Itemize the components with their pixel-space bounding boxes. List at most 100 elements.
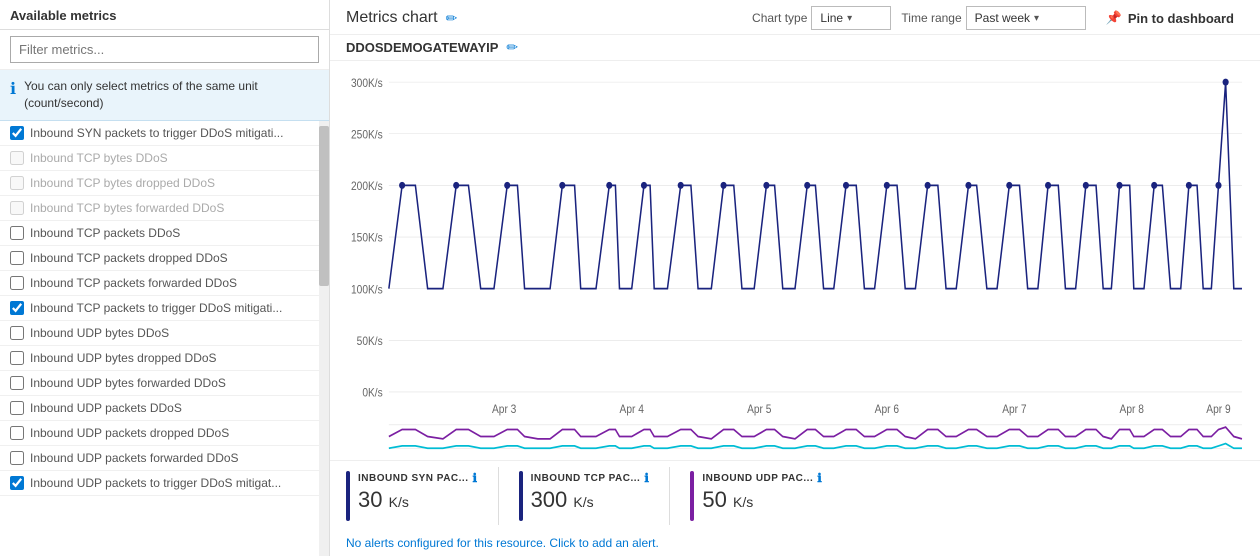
svg-text:250K/s: 250K/s [351,129,383,142]
svg-text:Apr 7: Apr 7 [1002,403,1026,416]
list-item[interactable]: Inbound TCP packets dropped DDoS [0,246,329,271]
metric-label: Inbound UDP bytes dropped DDoS [30,351,217,365]
time-range-select[interactable]: Past week ▾ [966,6,1086,30]
list-item[interactable]: Inbound UDP bytes forwarded DDoS [0,371,329,396]
chart-type-select[interactable]: Line ▾ [811,6,891,30]
metric-checkbox[interactable] [10,401,24,415]
legend-item: INBOUND TCP PAC... ℹ 300 K/s [519,467,671,525]
chart-title-edit-icon[interactable]: ✏ [446,10,458,27]
metric-label: Inbound TCP bytes DDoS [30,151,168,165]
list-item[interactable]: Inbound TCP bytes dropped DDoS [0,171,329,196]
legend-content: INBOUND SYN PAC... ℹ 30 K/s [358,471,478,513]
legend-unit: K/s [389,494,409,510]
list-item[interactable]: Inbound UDP bytes dropped DDoS [0,346,329,371]
metrics-chart-svg: 300K/s 250K/s 200K/s 150K/s 100K/s 50K/s… [346,61,1244,460]
scrollbar-thumb[interactable] [319,126,329,286]
time-range-label: Time range [901,11,961,25]
chart-title-wrap: Metrics chart ✏ [346,9,457,27]
legend-color-bar [690,471,694,521]
list-item[interactable]: Inbound UDP packets DDoS [0,396,329,421]
metric-checkbox[interactable] [10,351,24,365]
legend-value: 50 K/s [702,487,822,513]
pin-to-dashboard-button[interactable]: 📌 Pin to dashboard [1096,6,1244,30]
svg-text:50K/s: 50K/s [357,335,384,348]
metric-checkbox[interactable] [10,251,24,265]
list-item[interactable]: Inbound TCP packets DDoS [0,221,329,246]
legend-label: INBOUND UDP PAC... ℹ [702,471,822,485]
chart-controls: Chart type Line ▾ Time range Past week ▾… [752,6,1244,30]
legend-content: INBOUND TCP PAC... ℹ 300 K/s [531,471,650,513]
filter-input-wrap [0,30,329,70]
metric-checkbox[interactable] [10,201,24,215]
metric-label: Inbound UDP packets forwarded DDoS [30,451,239,465]
svg-text:0K/s: 0K/s [362,387,383,400]
chart-title: Metrics chart [346,9,438,27]
legend-number: 300 [531,487,568,512]
chart-type-value: Line [820,11,843,25]
list-item[interactable]: Inbound TCP packets to trigger DDoS miti… [0,296,329,321]
pin-icon: 📌 [1106,10,1122,26]
alert-link[interactable]: No alerts configured for this resource. … [346,536,659,550]
metric-label: Inbound UDP packets dropped DDoS [30,426,229,440]
list-item[interactable]: Inbound UDP packets to trigger DDoS miti… [0,471,329,496]
metric-label: Inbound UDP packets DDoS [30,401,182,415]
list-item[interactable]: Inbound TCP bytes forwarded DDoS [0,196,329,221]
legend-info-icon[interactable]: ℹ [644,471,649,485]
legend-unit: K/s [733,494,753,510]
svg-text:Apr 5: Apr 5 [747,403,771,416]
svg-text:200K/s: 200K/s [351,180,383,193]
list-item[interactable]: Inbound UDP packets dropped DDoS [0,421,329,446]
legend-number: 50 [702,487,726,512]
resource-edit-icon[interactable]: ✏ [506,39,518,56]
metric-label: Inbound UDP bytes forwarded DDoS [30,376,226,390]
svg-text:Apr 3: Apr 3 [492,403,516,416]
metric-checkbox[interactable] [10,301,24,315]
list-item[interactable]: Inbound SYN packets to trigger DDoS miti… [0,121,329,146]
metric-checkbox[interactable] [10,426,24,440]
list-item[interactable]: Inbound UDP packets forwarded DDoS [0,446,329,471]
time-range-group: Time range Past week ▾ [901,6,1085,30]
metric-label: Inbound TCP bytes dropped DDoS [30,176,215,190]
metric-checkbox[interactable] [10,176,24,190]
resource-name: DDOSDEMOGATEWAYIP [346,40,498,55]
svg-text:Apr 4: Apr 4 [620,403,644,416]
metric-checkbox[interactable] [10,276,24,290]
time-range-value: Past week [975,11,1030,25]
legend-info-icon[interactable]: ℹ [817,471,822,485]
metric-checkbox[interactable] [10,126,24,140]
metric-checkbox[interactable] [10,226,24,240]
legend-label: INBOUND TCP PAC... ℹ [531,471,650,485]
chart-header: Metrics chart ✏ Chart type Line ▾ Time r… [330,0,1260,35]
legend-label-text: INBOUND UDP PAC... [702,473,813,484]
legend-value: 300 K/s [531,487,650,513]
scrollbar-track[interactable] [319,121,329,556]
metric-checkbox[interactable] [10,151,24,165]
left-panel: Available metrics ℹ You can only select … [0,0,330,556]
svg-text:Apr 8: Apr 8 [1120,403,1144,416]
chart-type-label: Chart type [752,11,807,25]
legend-unit: K/s [573,494,593,510]
time-range-chevron-icon: ▾ [1034,13,1039,24]
legend-value: 30 K/s [358,487,478,513]
metric-checkbox[interactable] [10,451,24,465]
legend-label-text: INBOUND SYN PAC... [358,473,469,484]
svg-text:Apr 9: Apr 9 [1206,403,1230,416]
legend-label-text: INBOUND TCP PAC... [531,473,641,484]
pin-label: Pin to dashboard [1128,11,1234,26]
legend-content: INBOUND UDP PAC... ℹ 50 K/s [702,471,822,513]
legend-info-icon[interactable]: ℹ [473,471,478,485]
filter-metrics-input[interactable] [10,36,319,63]
metric-label: Inbound TCP packets to trigger DDoS miti… [30,301,282,315]
legend-row: INBOUND SYN PAC... ℹ 30 K/s INBOUND TCP … [330,460,1260,531]
list-item[interactable]: Inbound TCP packets forwarded DDoS [0,271,329,296]
metrics-list-wrap: Inbound SYN packets to trigger DDoS miti… [0,121,329,556]
info-banner: ℹ You can only select metrics of the sam… [0,70,329,121]
metric-checkbox[interactable] [10,476,24,490]
list-item[interactable]: Inbound UDP bytes DDoS [0,321,329,346]
metric-checkbox[interactable] [10,326,24,340]
metric-checkbox[interactable] [10,376,24,390]
legend-number: 30 [358,487,382,512]
svg-text:Apr 6: Apr 6 [875,403,899,416]
list-item[interactable]: Inbound TCP bytes DDoS [0,146,329,171]
legend-color-bar [519,471,523,521]
